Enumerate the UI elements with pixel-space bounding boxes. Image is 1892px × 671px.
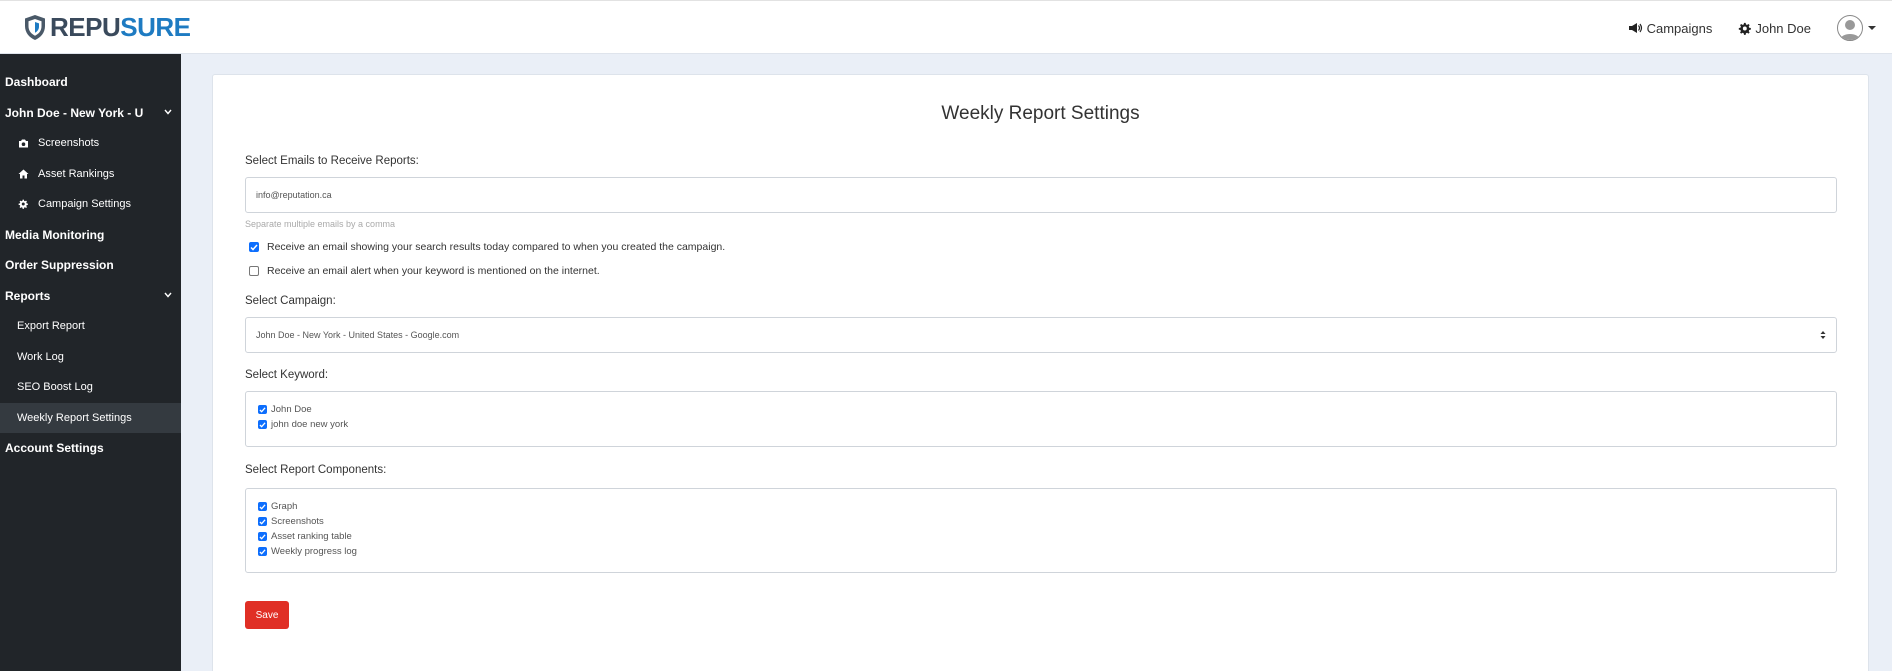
- keyword-checkbox[interactable]: [258, 405, 267, 414]
- sidebar-item-label: Dashboard: [5, 75, 68, 90]
- sidebar-item-screenshots[interactable]: Screenshots: [0, 128, 181, 159]
- sidebar-item-label: Media Monitoring: [5, 227, 105, 242]
- select-arrows-icon: [1820, 330, 1826, 340]
- sidebar-item-label: Screenshots: [38, 137, 100, 150]
- component-label: Graph: [271, 501, 298, 512]
- keyword-alert-email-label: Receive an email alert when your keyword…: [267, 265, 600, 277]
- keyword-list: John Doe john doe new york: [245, 391, 1837, 447]
- sidebar-item-label: Weekly Report Settings: [17, 411, 132, 424]
- sidebar-item-asset-rankings[interactable]: Asset Rankings: [0, 159, 181, 190]
- top-navbar: REPUSURE Campaigns John Doe: [0, 0, 1892, 54]
- sidebar-item-weekly-report-settings[interactable]: Weekly Report Settings: [0, 402, 181, 433]
- page-title: Weekly Report Settings: [941, 103, 1140, 124]
- keyword-alert-email-checkbox[interactable]: [249, 266, 259, 276]
- gear-icon: [1739, 22, 1752, 35]
- emails-label: Select Emails to Receive Reports:: [245, 155, 419, 167]
- component-label: Weekly progress log: [271, 546, 357, 557]
- gear-icon: [17, 199, 29, 210]
- component-checkbox[interactable]: [258, 547, 267, 556]
- chevron-down-icon: [1868, 26, 1876, 30]
- sidebar-item-work-log[interactable]: Work Log: [0, 342, 181, 373]
- sidebar-item-label: Account Settings: [5, 441, 104, 456]
- weekly-report-settings-panel: Weekly Report Settings Select Emails to …: [212, 74, 1869, 671]
- sidebar-item-label: Reports: [5, 288, 51, 303]
- sidebar-item-label: Export Report: [17, 320, 85, 333]
- component-item[interactable]: Weekly progress log: [258, 546, 357, 557]
- component-checkbox[interactable]: [258, 502, 267, 511]
- campaigns-link[interactable]: Campaigns: [1628, 20, 1713, 36]
- component-checkbox[interactable]: [258, 517, 267, 526]
- save-button[interactable]: Save: [245, 601, 289, 629]
- component-label: Screenshots: [271, 516, 324, 527]
- logo-wordmark: REPUSURE: [50, 12, 191, 42]
- components-label: Select Report Components:: [245, 464, 387, 476]
- component-item[interactable]: Screenshots: [258, 516, 324, 527]
- option-keyword-alert-email[interactable]: Receive an email alert when your keyword…: [249, 265, 600, 277]
- emails-help-text: Separate multiple emails by a comma: [245, 219, 396, 229]
- keyword-label: John Doe: [271, 404, 312, 415]
- search-results-email-label: Receive an email showing your search res…: [267, 241, 726, 253]
- sidebar-item-order-suppression[interactable]: Order Suppression: [0, 250, 181, 281]
- sidebar-item-label: John Doe - New York - U: [5, 105, 144, 120]
- avatar: [1837, 15, 1863, 41]
- emails-input[interactable]: info@reputation.ca: [245, 177, 1837, 213]
- campaign-select-value: John Doe - New York - United States - Go…: [256, 330, 460, 340]
- shield-logo-icon: [25, 15, 45, 40]
- component-item[interactable]: Graph: [258, 501, 297, 512]
- keyword-label: john doe new york: [271, 419, 349, 430]
- repusure-logo[interactable]: REPUSURE: [24, 12, 191, 43]
- chevron-down-icon: [164, 292, 172, 298]
- sidebar-item-label: Campaign Settings: [38, 198, 131, 211]
- components-list: Graph Screenshots Asset ranking table We…: [245, 488, 1837, 573]
- keyword-checkbox[interactable]: [258, 420, 267, 429]
- user-avatar-dropdown[interactable]: [1837, 15, 1876, 41]
- sidebar-item-label: SEO Boost Log: [17, 381, 93, 394]
- top-nav-links: Campaigns John Doe: [1628, 1, 1892, 55]
- sidebar-item-seo-boost-log[interactable]: SEO Boost Log: [0, 372, 181, 403]
- campaign-label: Select Campaign:: [245, 295, 336, 307]
- option-search-results-email[interactable]: Receive an email showing your search res…: [249, 241, 725, 253]
- sidebar-item-label: Work Log: [17, 350, 64, 363]
- keyword-label: Select Keyword:: [245, 369, 329, 381]
- campaigns-link-label: Campaigns: [1646, 20, 1713, 36]
- component-label: Asset ranking table: [271, 531, 352, 542]
- chevron-down-icon: [164, 109, 172, 115]
- keyword-item[interactable]: john doe new york: [258, 419, 348, 430]
- campaign-select[interactable]: John Doe - New York - United States - Go…: [245, 317, 1837, 353]
- user-silhouette-icon: [1839, 19, 1860, 40]
- sidebar-item-campaign[interactable]: John Doe - New York - U: [0, 98, 181, 129]
- sidebar-item-dashboard[interactable]: Dashboard: [0, 67, 181, 98]
- keyword-item[interactable]: John Doe: [258, 404, 312, 415]
- megaphone-icon: [1628, 23, 1642, 33]
- user-name-label: John Doe: [1755, 20, 1811, 36]
- user-settings-link[interactable]: John Doe: [1738, 21, 1811, 36]
- search-results-email-checkbox[interactable]: [249, 242, 259, 252]
- sidebar: Dashboard John Doe - New York - U Screen…: [0, 54, 181, 671]
- emails-input-value: info@reputation.ca: [256, 190, 332, 200]
- component-item[interactable]: Asset ranking table: [258, 531, 352, 542]
- home-icon: [17, 169, 29, 179]
- sidebar-item-label: Order Suppression: [5, 258, 114, 273]
- sidebar-item-reports[interactable]: Reports: [0, 281, 181, 312]
- sidebar-item-account-settings[interactable]: Account Settings: [0, 433, 181, 464]
- sidebar-item-export-report[interactable]: Export Report: [0, 311, 181, 342]
- sidebar-item-campaign-settings[interactable]: Campaign Settings: [0, 189, 181, 220]
- sidebar-item-label: Asset Rankings: [38, 167, 115, 180]
- sidebar-item-media-monitoring[interactable]: Media Monitoring: [0, 220, 181, 251]
- component-checkbox[interactable]: [258, 532, 267, 541]
- camera-icon: [17, 139, 29, 148]
